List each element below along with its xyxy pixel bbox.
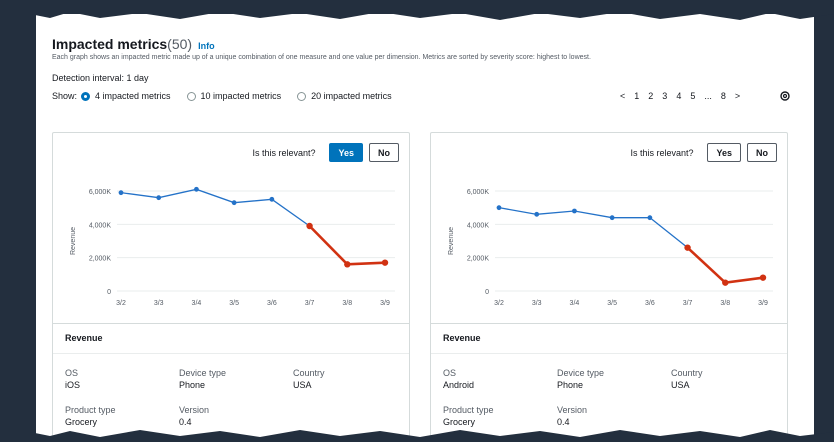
- metric-card-ios: Is this relevant? Yes No 0 2,000K 4,000K 6,…: [52, 132, 410, 442]
- data-point: [609, 215, 615, 221]
- y-axis-label: Revenue: [70, 227, 77, 255]
- show-options: Show: 4 impacted metrics 10 impacted met…: [52, 91, 404, 101]
- attribute-os: OS iOS: [65, 368, 81, 390]
- anomaly-point: [381, 259, 389, 266]
- anomaly-point: [344, 261, 351, 268]
- detection-interval: Detection interval: 1 day: [52, 73, 149, 83]
- attribute-device-type: Device type Phone: [179, 368, 227, 390]
- page-3[interactable]: 3: [662, 91, 667, 101]
- data-point: [156, 195, 162, 201]
- radio-label: 10 impacted metrics: [200, 91, 282, 101]
- gear-icon[interactable]: [779, 90, 791, 102]
- y-tick-label: 4,000K: [89, 222, 112, 229]
- prev-page-button[interactable]: <: [620, 91, 625, 101]
- x-tick-label: 3/4: [192, 300, 202, 307]
- show-label: Show:: [52, 91, 78, 101]
- x-tick-label: 3/2: [494, 300, 504, 307]
- data-point: [534, 211, 540, 217]
- attribute-product-type: Product type Grocery: [65, 405, 116, 427]
- radio-label: 4 impacted metrics: [95, 91, 171, 101]
- y-tick-label: 4,000K: [467, 222, 490, 229]
- page-5[interactable]: 5: [690, 91, 695, 101]
- info-link[interactable]: Info: [198, 41, 215, 51]
- relevance-prompt: Is this relevant? Yes No: [252, 143, 399, 162]
- relevance-question: Is this relevant?: [630, 147, 694, 158]
- series-line-normal: [120, 188, 310, 227]
- x-tick-label: 3/6: [267, 300, 277, 307]
- x-tick-label: 3/3: [532, 300, 542, 307]
- data-point: [647, 215, 653, 221]
- x-tick-label: 3/7: [683, 300, 693, 307]
- x-tick-label: 3/3: [154, 300, 164, 307]
- attribute-country: Country USA: [293, 368, 325, 390]
- x-tick-label: 3/5: [229, 300, 239, 307]
- x-tick-label: 3/9: [380, 300, 390, 307]
- data-point: [231, 200, 237, 206]
- y-tick-label: 6,000K: [89, 189, 112, 196]
- metrics-count: (50): [167, 36, 193, 52]
- attribute-os: OS Android: [443, 368, 475, 390]
- yes-button[interactable]: Yes: [329, 143, 363, 162]
- attribute-version: Version 0.4: [557, 405, 588, 427]
- revenue-chart: 0 2,000K 4,000K 6,000K Revenue 3/2 3/3 3/4 3/5 3/…: [448, 189, 773, 307]
- data-point: [496, 205, 502, 211]
- y-tick-label: 0: [107, 289, 111, 296]
- attribute-product-type: Product type Grocery: [443, 405, 494, 427]
- page-4[interactable]: 4: [676, 91, 681, 101]
- x-tick-label: 3/2: [116, 300, 126, 307]
- relevance-question: Is this relevant?: [252, 147, 316, 158]
- attribute-device-type: Device type Phone: [557, 368, 605, 390]
- page-2[interactable]: 2: [648, 91, 653, 101]
- radio-10-metrics[interactable]: 10 impacted metrics: [183, 91, 282, 101]
- anomaly-point: [722, 279, 729, 286]
- panel-description: Each graph shows an impacted metric made…: [52, 54, 591, 61]
- y-tick-label: 2,000K: [89, 256, 112, 263]
- panel-header: Impacted metrics (50) Info: [52, 36, 215, 52]
- measure-name: Revenue: [65, 333, 103, 343]
- page-title: Impacted metrics: [52, 36, 168, 52]
- anomaly-point: [684, 244, 691, 251]
- x-tick-label: 3/5: [607, 300, 617, 307]
- measure-name: Revenue: [443, 333, 481, 343]
- no-button[interactable]: No: [747, 143, 777, 162]
- x-tick-label: 3/4: [570, 300, 580, 307]
- page-1[interactable]: 1: [634, 91, 639, 101]
- no-button[interactable]: No: [369, 143, 399, 162]
- x-tick-label: 3/8: [720, 300, 730, 307]
- y-tick-label: 6,000K: [467, 189, 490, 196]
- next-page-button[interactable]: >: [735, 91, 740, 101]
- data-point: [118, 190, 124, 196]
- series-line-normal: [498, 207, 688, 249]
- relevance-prompt: Is this relevant? Yes No: [630, 143, 777, 162]
- y-axis-label: Revenue: [448, 227, 455, 255]
- yes-button[interactable]: Yes: [707, 143, 741, 162]
- series-line-anomaly: [308, 225, 386, 266]
- x-tick-label: 3/6: [645, 300, 655, 307]
- impacted-metrics-panel: Impacted metrics (50) Info Each graph sh…: [36, 14, 814, 442]
- anomaly-point: [759, 274, 767, 281]
- data-point: [269, 196, 275, 202]
- y-tick-label: 0: [485, 289, 489, 296]
- data-point: [572, 208, 577, 214]
- page-8[interactable]: 8: [721, 91, 726, 101]
- x-tick-label: 3/7: [305, 300, 315, 307]
- data-point: [194, 186, 199, 192]
- radio-20-metrics[interactable]: 20 impacted metrics: [293, 91, 392, 101]
- pagination: < 1 2 3 4 5 ... 8 >: [620, 91, 749, 101]
- x-tick-label: 3/9: [758, 300, 768, 307]
- anomaly-point: [306, 222, 313, 230]
- metric-card-android: Is this relevant? Yes No 0 2,000K 4,000K 6,…: [430, 132, 788, 442]
- y-tick-label: 2,000K: [467, 256, 490, 263]
- attribute-country: Country USA: [671, 368, 703, 390]
- revenue-chart: 0 2,000K 4,000K 6,000K Revenue 3/2 3/3 3/4 3/5 3/…: [70, 186, 395, 307]
- series-line-anomaly: [686, 246, 764, 285]
- radio-label: 20 impacted metrics: [311, 91, 392, 101]
- x-tick-label: 3/8: [342, 300, 352, 307]
- radio-4-metrics[interactable]: 4 impacted metrics: [77, 91, 171, 101]
- attribute-version: Version 0.4: [179, 405, 210, 427]
- page-ellipsis: ...: [704, 91, 712, 101]
